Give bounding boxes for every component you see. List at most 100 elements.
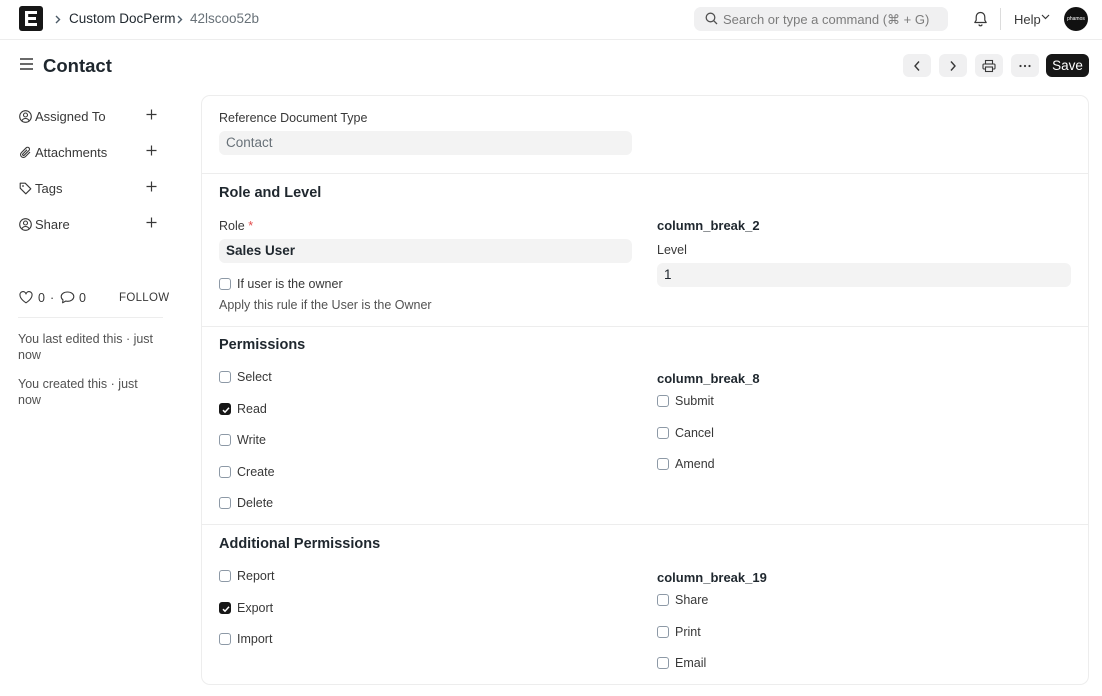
- print-button[interactable]: [975, 54, 1003, 77]
- checkbox-import[interactable]: Import: [219, 632, 469, 648]
- checkbox-box[interactable]: [219, 570, 231, 582]
- checkbox-box[interactable]: [219, 278, 231, 290]
- breadcrumb-chevron-icon: [177, 15, 183, 24]
- next-doc-button[interactable]: [939, 54, 967, 77]
- heart-icon[interactable]: [19, 291, 33, 304]
- checkbox-create[interactable]: Create: [219, 465, 469, 481]
- if-owner-description: Apply this rule if the User is the Owner: [219, 298, 432, 312]
- social-stats: 0 · 0 FOLLOW: [19, 290, 169, 306]
- checkbox-submit[interactable]: Submit: [657, 394, 907, 410]
- sidebar-item-attachments[interactable]: Attachments: [19, 143, 164, 163]
- navbar: Custom DocPerm 42lscoo52b Help phamos: [0, 0, 1102, 40]
- checkmark-icon: [222, 406, 230, 413]
- checkbox-box[interactable]: [219, 434, 231, 446]
- checkbox-label: Report: [237, 569, 275, 583]
- role-label: Role *: [219, 219, 253, 233]
- add-attachment-icon[interactable]: [145, 144, 158, 157]
- checkbox-cancel[interactable]: Cancel: [657, 426, 907, 442]
- add-assignment-icon[interactable]: [145, 108, 158, 121]
- checkbox-box[interactable]: [657, 426, 669, 439]
- column-break-19-heading: column_break_19: [657, 570, 767, 585]
- notification-bell-icon[interactable]: [973, 11, 988, 27]
- app-logo[interactable]: [19, 6, 43, 31]
- section-title-additional-permissions: Additional Permissions: [219, 536, 381, 552]
- more-actions-button[interactable]: [1011, 54, 1039, 77]
- sidebar-divider: [18, 317, 163, 318]
- checkbox-print[interactable]: Print: [657, 625, 907, 641]
- checkbox-amend[interactable]: Amend: [657, 457, 907, 473]
- checkbox-label: Import: [237, 632, 273, 646]
- checkbox-if-owner[interactable]: If user is the owner: [219, 277, 519, 293]
- previous-doc-button[interactable]: [903, 54, 931, 77]
- checkbox-email[interactable]: Email: [657, 656, 907, 672]
- checkbox-label: Email: [675, 656, 707, 670]
- chevron-down-icon[interactable]: [1041, 14, 1050, 20]
- checkbox-read[interactable]: Read: [219, 402, 469, 418]
- chevron-right-icon: [950, 60, 956, 71]
- search-icon: [705, 12, 718, 25]
- checkmark-icon: [222, 605, 230, 612]
- checkbox-box[interactable]: [219, 402, 231, 415]
- checkbox-box[interactable]: [657, 625, 669, 638]
- column-break-8-heading: column_break_8: [657, 371, 760, 386]
- checkbox-box[interactable]: [219, 601, 231, 614]
- section-divider: [202, 326, 1088, 327]
- role-field[interactable]: Sales User: [219, 239, 632, 263]
- add-tag-icon[interactable]: [145, 180, 158, 193]
- checkbox-box[interactable]: [219, 633, 231, 645]
- awesome-search[interactable]: [694, 7, 948, 31]
- created-text: You created this · just now: [18, 377, 138, 407]
- checkbox-label: Cancel: [675, 425, 714, 440]
- help-dropdown[interactable]: Help: [1014, 12, 1041, 27]
- checkbox-box[interactable]: [657, 594, 669, 606]
- form-card: [201, 95, 1089, 685]
- checkbox-label: Write: [237, 433, 266, 447]
- checkbox-write[interactable]: Write: [219, 433, 469, 449]
- breadcrumb-current-doc[interactable]: 42lscoo52b: [190, 11, 259, 26]
- breadcrumb-custom-docperm[interactable]: Custom DocPerm: [69, 11, 176, 26]
- navbar-divider: [1000, 8, 1001, 30]
- checkbox-box[interactable]: [657, 458, 669, 470]
- user-avatar[interactable]: phamos: [1064, 7, 1088, 31]
- section-divider: [202, 524, 1088, 525]
- checkbox-delete[interactable]: Delete: [219, 496, 469, 512]
- sidebar-item-assigned-to[interactable]: Assigned To: [19, 107, 164, 127]
- checkbox-box[interactable]: [657, 657, 669, 669]
- checkbox-share[interactable]: Share: [657, 593, 907, 609]
- share-icon: [19, 218, 32, 231]
- like-count: 0: [38, 291, 45, 305]
- page-title: Contact: [43, 55, 112, 76]
- tag-icon: [19, 182, 32, 195]
- sidebar-item-label: Assigned To: [35, 109, 106, 124]
- role-label-text: Role: [219, 219, 245, 233]
- level-field[interactable]: 1: [657, 263, 1071, 287]
- checkbox-report[interactable]: Report: [219, 569, 469, 585]
- follow-button[interactable]: FOLLOW: [119, 292, 169, 304]
- add-share-icon[interactable]: [145, 216, 158, 229]
- assign-icon: [19, 110, 32, 123]
- section-title-permissions: Permissions: [219, 337, 306, 353]
- sidebar-item-share[interactable]: Share: [19, 215, 164, 235]
- checkbox-box[interactable]: [219, 371, 231, 383]
- checkbox-label: Delete: [237, 496, 274, 510]
- checkbox-box[interactable]: [657, 395, 669, 407]
- checkbox-label: Export: [237, 600, 274, 615]
- ref-doctype-label: Reference Document Type: [219, 111, 368, 125]
- last-edited-text: You last edited this · just now: [18, 332, 154, 362]
- checkbox-box[interactable]: [219, 497, 231, 509]
- comment-icon[interactable]: [60, 291, 75, 304]
- sidebar-item-tags[interactable]: Tags: [19, 179, 164, 199]
- checkbox-select[interactable]: Select: [219, 370, 469, 386]
- sidebar-item-label: Tags: [35, 181, 63, 196]
- paperclip-icon: [20, 146, 31, 158]
- required-indicator: *: [248, 219, 254, 233]
- level-label: Level: [657, 243, 687, 257]
- sidebar-toggle-icon[interactable]: [19, 57, 34, 71]
- section-divider: [202, 173, 1088, 174]
- checkbox-label: Select: [237, 370, 272, 384]
- search-input[interactable]: [723, 7, 943, 31]
- checkbox-export[interactable]: Export: [219, 601, 469, 617]
- checkbox-box[interactable]: [219, 465, 231, 478]
- save-button[interactable]: Save: [1046, 54, 1089, 77]
- sidebar-item-label: Share: [35, 217, 70, 232]
